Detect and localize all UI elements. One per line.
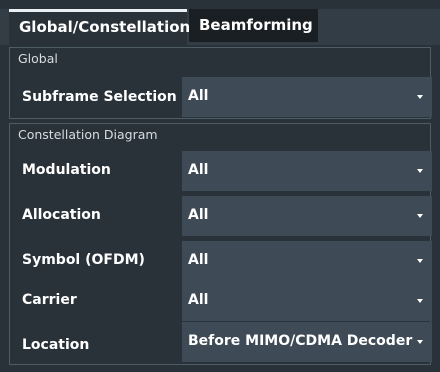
- group-title: Constellation Diagram: [18, 127, 158, 142]
- modulation-label: Modulation: [22, 162, 111, 178]
- dropdown-value: Before MIMO/CDMA Decoder: [188, 333, 413, 349]
- location-label: Location: [22, 337, 90, 353]
- subframe-selection-dropdown[interactable]: All: [182, 77, 432, 117]
- symbol-ofdm-dropdown[interactable]: All: [182, 241, 432, 281]
- tab-beamforming[interactable]: Beamforming: [189, 9, 318, 42]
- chevron-down-icon: [417, 259, 423, 263]
- location-dropdown[interactable]: Before MIMO/CDMA Decoder: [182, 322, 432, 362]
- chevron-down-icon: [417, 340, 423, 344]
- allocation-dropdown[interactable]: All: [182, 196, 432, 236]
- chevron-down-icon: [417, 214, 423, 218]
- tab-label: Global/Constellation: [19, 18, 191, 36]
- chevron-down-icon: [417, 169, 423, 173]
- global-group: Global Subframe Selection All: [9, 47, 432, 119]
- carrier-dropdown[interactable]: All: [182, 281, 432, 321]
- chevron-down-icon: [417, 299, 423, 303]
- settings-panel: Global/Constellation Beamforming Global …: [0, 0, 440, 372]
- carrier-label: Carrier: [22, 292, 77, 308]
- symbol-ofdm-label: Symbol (OFDM): [22, 252, 145, 268]
- chevron-down-icon: [417, 95, 423, 99]
- dropdown-value: All: [188, 88, 209, 104]
- dropdown-value: All: [188, 207, 209, 223]
- group-title: Global: [18, 51, 58, 66]
- tab-global-constellation[interactable]: Global/Constellation: [9, 9, 191, 45]
- allocation-label: Allocation: [22, 207, 101, 223]
- dropdown-value: All: [188, 252, 209, 268]
- constellation-group: Constellation Diagram Modulation All All…: [9, 123, 432, 365]
- dropdown-value: All: [188, 162, 209, 178]
- tab-label: Beamforming: [199, 16, 313, 34]
- dropdown-value: All: [188, 292, 209, 308]
- subframe-selection-label: Subframe Selection: [22, 89, 177, 105]
- modulation-dropdown[interactable]: All: [182, 151, 432, 191]
- tab-bar: Global/Constellation Beamforming: [0, 9, 440, 45]
